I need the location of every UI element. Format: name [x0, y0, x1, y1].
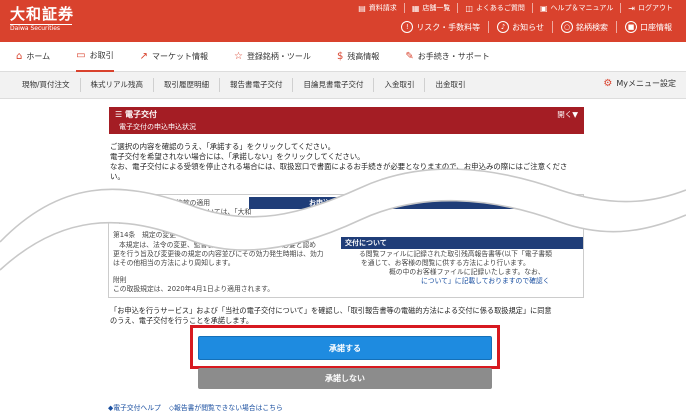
section-open-toggle[interactable]: 開く▼: [557, 109, 578, 120]
subnav-prospectus-delivery[interactable]: 目論見書電子交付: [292, 78, 373, 92]
nav-label: 残高情報: [347, 52, 380, 61]
gear-icon: ⚙: [603, 78, 613, 89]
instructions: ご選択の内容を確認のうえ、「承諾する」をクリックしてください。 電子交付を希望さ…: [110, 142, 585, 182]
util-link-faq[interactable]: ◫ よくあるご質問: [457, 3, 532, 13]
site-header: 大和証券 Daiwa Securities ▤ 資料請求 ▦ 店舗一覧 ◫ よく…: [0, 0, 686, 42]
section-title-text: 電子交付: [124, 110, 157, 119]
util-link-brochure[interactable]: ▤ 資料請求: [351, 3, 404, 13]
subnav-deposit[interactable]: 入金取引: [373, 78, 424, 92]
nav-label: 登録銘柄・ツール: [246, 52, 311, 61]
logo-subtext: Daiwa Securities: [10, 25, 61, 32]
instruction-line: い。: [110, 172, 125, 181]
market-icon: ↗: [139, 51, 148, 62]
header-actions: ! リスク・手数料等 ♪ お知らせ ○ 銘柄検索 ■ 口座情報: [393, 21, 680, 33]
nav-label: お手続き・サポート: [417, 52, 490, 61]
help-icon: ▣: [539, 3, 548, 13]
terms-line: 更を行う旨及び変更後の規定の内容並びにその効力発生時期は、効力: [113, 250, 324, 258]
utility-links: ▤ 資料請求 ▦ 店舗一覧 ◫ よくあるご質問 ▣ ヘルプ＆マニュアル ⇥ ログ…: [351, 3, 680, 13]
risk-fees-link[interactable]: ! リスク・手数料等: [393, 21, 488, 33]
terms-line: 概の中のお客様ファイルに記録いたします。なお、: [389, 268, 545, 276]
terms-line: 第14条 規定の変更: [113, 231, 177, 239]
util-label: 資料請求: [368, 4, 397, 12]
terms-line: 附則: [113, 276, 127, 284]
notices-link[interactable]: ♪ お知らせ: [488, 21, 552, 33]
terms-line: 本規定は、法令の変更、監督官庁の指示、又は当社が必要と認め: [119, 241, 317, 249]
subnav-report-delivery[interactable]: 報告書電子交付: [218, 78, 293, 92]
section-subtitle: 電子交付の申込申込状況: [119, 123, 196, 131]
account-icon: ■: [625, 21, 637, 33]
util-link-help[interactable]: ▣ ヘルプ＆マニュアル: [531, 3, 620, 13]
reject-button[interactable]: 承諾しない: [198, 368, 492, 389]
nav-label: お取引: [89, 51, 114, 60]
util-label: ログアウト: [638, 4, 673, 12]
util-link-logout[interactable]: ⇥ ログアウト: [620, 3, 680, 13]
my-menu-label: Myメニュー設定: [616, 79, 676, 88]
subnav-real-balance[interactable]: 株式リアル残高: [79, 78, 153, 92]
terms-line: はその他相当の方法により周知します。: [113, 259, 235, 267]
faq-icon: ◫: [465, 3, 473, 13]
terms-panel[interactable]: お申込を行うサービス 第13条 他の規定、約款の適用 本規定に定めのない事項につ…: [108, 194, 584, 298]
my-menu-settings[interactable]: ⚙ Myメニュー設定: [603, 78, 676, 89]
menu-icon: ☰: [115, 110, 123, 119]
terms-line: 本規定に定めのない事項については、「大和: [119, 208, 252, 216]
subnav-trade-history[interactable]: 取引履歴明細: [152, 78, 219, 92]
accept-button[interactable]: 承諾する: [198, 336, 492, 360]
e-delivery-help-link[interactable]: ◆電子交付ヘルプ: [108, 402, 161, 412]
agreement-line: 「お申込を行うサービス」および「当社の電子交付について」を確認し、「取引報告書等…: [110, 306, 552, 315]
trade-icon: ▭: [76, 50, 86, 61]
subnav-withdrawal[interactable]: 出金取引: [424, 78, 475, 92]
global-nav: ⌂ ホーム ▭ お取引 ↗ マーケット情報 ☆ 登録銘柄・ツール $ 残高情報 …: [0, 42, 686, 72]
subnav-spot-buy[interactable]: 現物/買付注文: [0, 78, 80, 92]
delivery-header-bar: 交付について: [341, 237, 583, 249]
document-icon: ▤: [358, 3, 366, 13]
store-icon: ▦: [411, 3, 420, 13]
nav-watchlist-tools[interactable]: ☆ 登録銘柄・ツール: [234, 42, 311, 72]
account-info-link[interactable]: ■ 口座情報: [616, 21, 680, 33]
action-label: お知らせ: [512, 22, 544, 32]
stock-search-link[interactable]: ○ 銘柄検索: [552, 21, 616, 33]
home-icon: ⌂: [16, 51, 23, 62]
instruction-line: ご選択の内容を確認のうえ、「承諾する」をクリックしてください。: [110, 142, 335, 151]
action-label: リスク・手数料等: [416, 22, 481, 32]
nav-label: マーケット情報: [151, 52, 208, 61]
sub-nav: 現物/買付注文 株式リアル残高 取引履歴明細 報告書電子交付 目論見書電子交付 …: [0, 72, 686, 99]
instruction-line: なお、電子交付による受領を停止される場合には、取扱窓口で書面によるお手続きが必要…: [110, 162, 568, 171]
util-label: ヘルプ＆マニュアル: [550, 4, 614, 12]
nav-market[interactable]: ↗ マーケット情報: [140, 42, 208, 72]
service-header-bar: お申込を行うサービス: [249, 197, 583, 209]
util-link-stores[interactable]: ▦ 店舗一覧: [403, 3, 458, 13]
terms-line: この取扱規定は、2020年4月1日より適用されます。: [113, 285, 275, 293]
agreement-text: 「お申込を行うサービス」および「当社の電子交付について」を確認し、「取引報告書等…: [110, 306, 586, 326]
yen-icon: $: [336, 51, 344, 62]
pen-icon: ✎: [405, 51, 414, 62]
terms-line: について」に記載しておりますので確認く: [421, 277, 550, 285]
terms-line: 約款・契約により取扱います。: [119, 217, 214, 225]
util-label: 店舗一覧: [422, 4, 451, 12]
nav-procedures-support[interactable]: ✎ お手続き・サポート: [405, 42, 489, 72]
bell-icon: ♪: [497, 21, 510, 33]
action-label: 銘柄検索: [576, 22, 608, 32]
section-title: ☰ 電子交付: [115, 109, 157, 120]
nav-label: ホーム: [26, 52, 51, 61]
info-icon: !: [401, 21, 414, 33]
footer-links: ◆電子交付ヘルプ ◇報告書が閲覧できない場合はこちら: [108, 402, 291, 412]
action-label: 口座情報: [640, 22, 672, 32]
section-header: ☰ 電子交付 電子交付の申込申込状況 開く▼: [109, 107, 584, 134]
nav-balance[interactable]: $ 残高情報: [337, 42, 379, 72]
terms-line: 第13条 他の規定、約款の適用: [113, 199, 211, 207]
instruction-line: 電子交付を希望されない場合には、「承諾しない」をクリックしてください。: [110, 152, 365, 161]
nav-trade[interactable]: ▭ お取引: [76, 42, 114, 72]
terms-line: る閲覧ファイルに記録された取引残高報告書等(以下「電子書類: [359, 250, 552, 258]
logo-text: 大和証券: [10, 5, 75, 23]
search-icon: ○: [561, 21, 573, 33]
nav-home[interactable]: ⌂ ホーム: [16, 42, 50, 72]
daiwa-logo[interactable]: 大和証券 Daiwa Securities: [10, 5, 74, 33]
util-label: よくあるご質問: [475, 4, 525, 12]
star-icon: ☆: [233, 51, 243, 62]
terms-line: を通じて、お客様の閲覧に供する方法により行います。: [361, 259, 530, 267]
logout-icon: ⇥: [628, 3, 635, 13]
report-unviewable-link[interactable]: ◇報告書が閲覧できない場合はこちら: [169, 402, 283, 412]
